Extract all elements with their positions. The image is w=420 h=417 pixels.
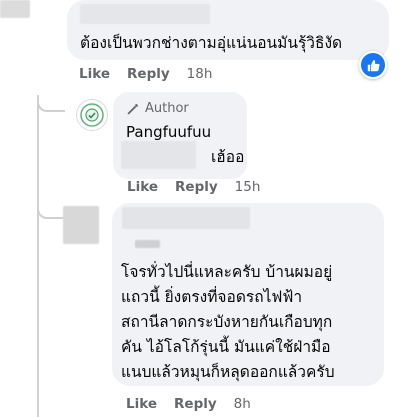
- author-name[interactable]: Pangfuufuu: [126, 123, 211, 141]
- pencil-icon: [127, 103, 139, 114]
- redacted-mention[interactable]: [121, 141, 196, 169]
- like-reaction[interactable]: [359, 51, 387, 79]
- author-label: Author: [145, 101, 189, 116]
- timestamp[interactable]: 18h: [187, 66, 213, 82]
- comment-bubble: ต้องเป็นพวกช่างตามอุ่แน่นอนมันรุ้วิธิงัด: [67, 0, 389, 60]
- comment-text: เฮ้ออ: [211, 148, 245, 166]
- comment-bubble: โจรทั่วไปนี่แหละครับ บ้านผมอยู่ แถวนี้ ย…: [112, 203, 384, 386]
- reply-button[interactable]: Reply: [175, 179, 218, 195]
- thread-line-branch: [37, 190, 65, 219]
- redacted-author-name[interactable]: [135, 240, 160, 248]
- timestamp[interactable]: 15h: [235, 179, 261, 195]
- comment-actions: Like Reply 18h: [79, 66, 212, 82]
- redacted-avatar[interactable]: [0, 0, 30, 18]
- page-logo-icon: ·····: [80, 103, 104, 127]
- reply-button[interactable]: Reply: [127, 66, 170, 82]
- comment-actions: Like Reply 8h: [126, 396, 251, 412]
- page-avatar[interactable]: ·····: [76, 99, 108, 131]
- comment-text: ต้องเป็นพวกช่างตามอุ่แน่นอนมันรุ้วิธิงัด: [80, 34, 343, 52]
- like-icon: [367, 59, 380, 71]
- comment-actions: Like Reply 15h: [127, 179, 260, 195]
- reply-button[interactable]: Reply: [174, 396, 217, 412]
- thread-line-branch: [37, 96, 65, 112]
- redacted-avatar[interactable]: [63, 206, 99, 244]
- author-badge: Author: [126, 101, 189, 116]
- comment-text: โจรทั่วไปนี่แหละครับ บ้านผมอยู่ แถวนี้ ย…: [121, 263, 335, 381]
- like-button[interactable]: Like: [79, 66, 110, 82]
- like-button[interactable]: Like: [126, 396, 157, 412]
- redacted-author-name[interactable]: [122, 207, 250, 229]
- like-button[interactable]: Like: [127, 179, 158, 195]
- timestamp[interactable]: 8h: [234, 396, 251, 412]
- redacted-author-name[interactable]: [80, 4, 210, 24]
- svg-text:·····: ·····: [89, 104, 94, 108]
- thread-line-main: [37, 95, 39, 417]
- comment-bubble: Author Pangfuufuu เฮ้ออ: [113, 92, 247, 179]
